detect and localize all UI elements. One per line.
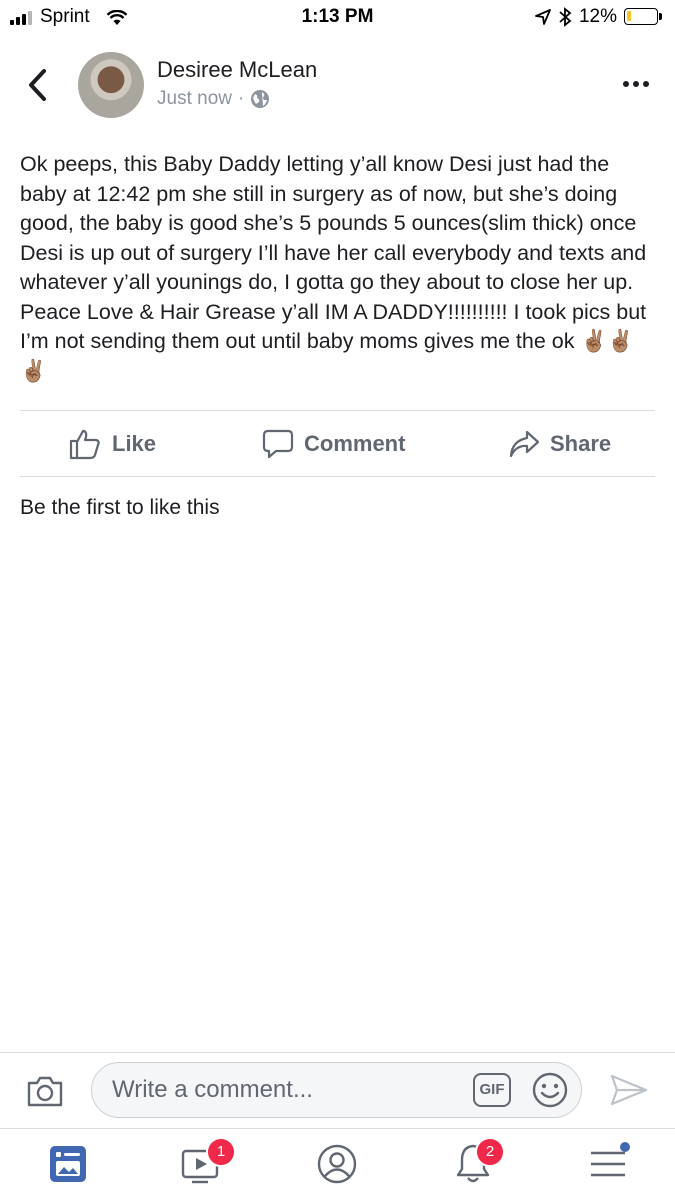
- timestamp[interactable]: Just now: [157, 88, 232, 110]
- tab-watch[interactable]: 1: [180, 1137, 236, 1190]
- camera-icon[interactable]: [26, 1074, 64, 1108]
- back-icon[interactable]: [26, 68, 48, 102]
- author-name[interactable]: Desiree McLean: [157, 57, 317, 83]
- comment-label: Comment: [304, 431, 406, 456]
- post-meta: Just now ·: [157, 88, 270, 110]
- news-feed-icon[interactable]: [49, 1145, 87, 1183]
- comment-icon: [262, 429, 294, 459]
- battery-icon: [624, 8, 658, 25]
- watch-badge: 1: [206, 1137, 236, 1167]
- notifications-badge: 2: [475, 1137, 505, 1167]
- location-icon: [535, 9, 551, 25]
- tab-notifications[interactable]: 2: [453, 1137, 505, 1190]
- comment-placeholder: Write a comment...: [112, 1076, 313, 1103]
- meta-separator: ·: [237, 88, 245, 109]
- comment-button[interactable]: Comment: [262, 420, 405, 468]
- globe-icon: [251, 90, 270, 108]
- more-icon[interactable]: [622, 80, 650, 88]
- gif-icon[interactable]: GIF: [473, 1073, 511, 1107]
- emoji-icon[interactable]: [531, 1071, 569, 1109]
- tab-bar: 1 2: [0, 1128, 675, 1201]
- menu-icon: [591, 1151, 625, 1177]
- share-label: Share: [550, 431, 612, 456]
- send-icon[interactable]: [609, 1073, 649, 1107]
- share-button[interactable]: Share: [508, 420, 611, 468]
- post-text: Ok peeps, this Baby Daddy letting y’all …: [20, 152, 647, 383]
- clock: 1:13 PM: [301, 6, 374, 27]
- like-button[interactable]: Like: [68, 420, 156, 468]
- battery-percent: 12%: [578, 6, 617, 27]
- divider: [20, 410, 655, 411]
- profile-icon[interactable]: [316, 1143, 358, 1185]
- divider: [20, 476, 655, 477]
- status-bar: Sprint 1:13 PM 12%: [0, 0, 675, 36]
- bluetooth-icon: [559, 7, 572, 27]
- like-icon: [69, 429, 100, 460]
- tab-menu[interactable]: [588, 1142, 630, 1186]
- share-icon: [509, 430, 540, 458]
- reactions-summary: Be the first to like this: [20, 496, 220, 519]
- menu-dot: [620, 1142, 630, 1152]
- avatar[interactable]: [78, 52, 144, 118]
- like-label: Like: [112, 431, 157, 456]
